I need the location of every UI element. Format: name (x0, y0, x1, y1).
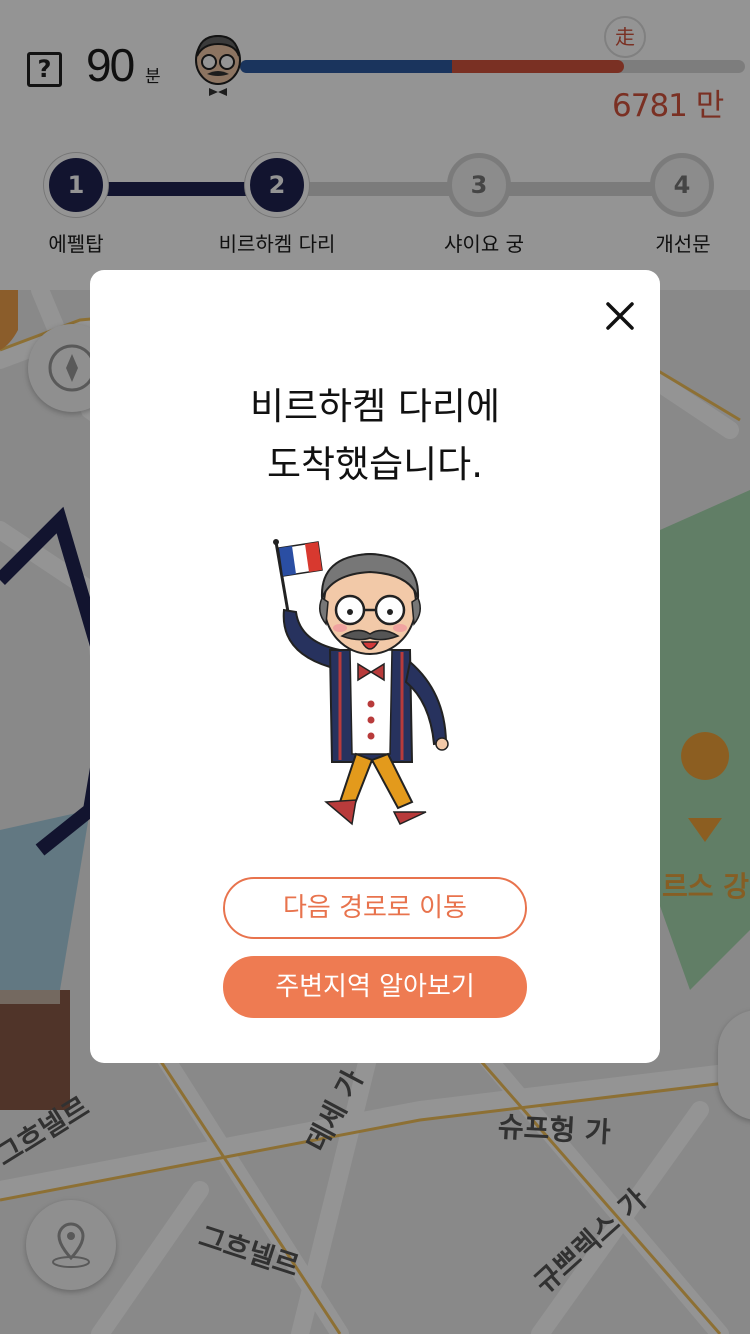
explore-nearby-button[interactable]: 주변지역 알아보기 (223, 956, 527, 1018)
next-route-button[interactable]: 다음 경로로 이동 (223, 877, 527, 939)
close-icon[interactable] (602, 298, 638, 334)
arrival-message-line2: 도착했습니다. (266, 443, 483, 486)
arrival-message: 비르하켐 다리에 도착했습니다. (90, 378, 660, 494)
character-with-flag-illustration (273, 539, 449, 826)
arrival-message-line1: 비르하켐 다리에 (249, 385, 501, 428)
arrival-dialog: 비르하켐 다리에 도착했습니다. 다음 경로로 이동 주변지역 알아보기 (90, 270, 660, 1063)
